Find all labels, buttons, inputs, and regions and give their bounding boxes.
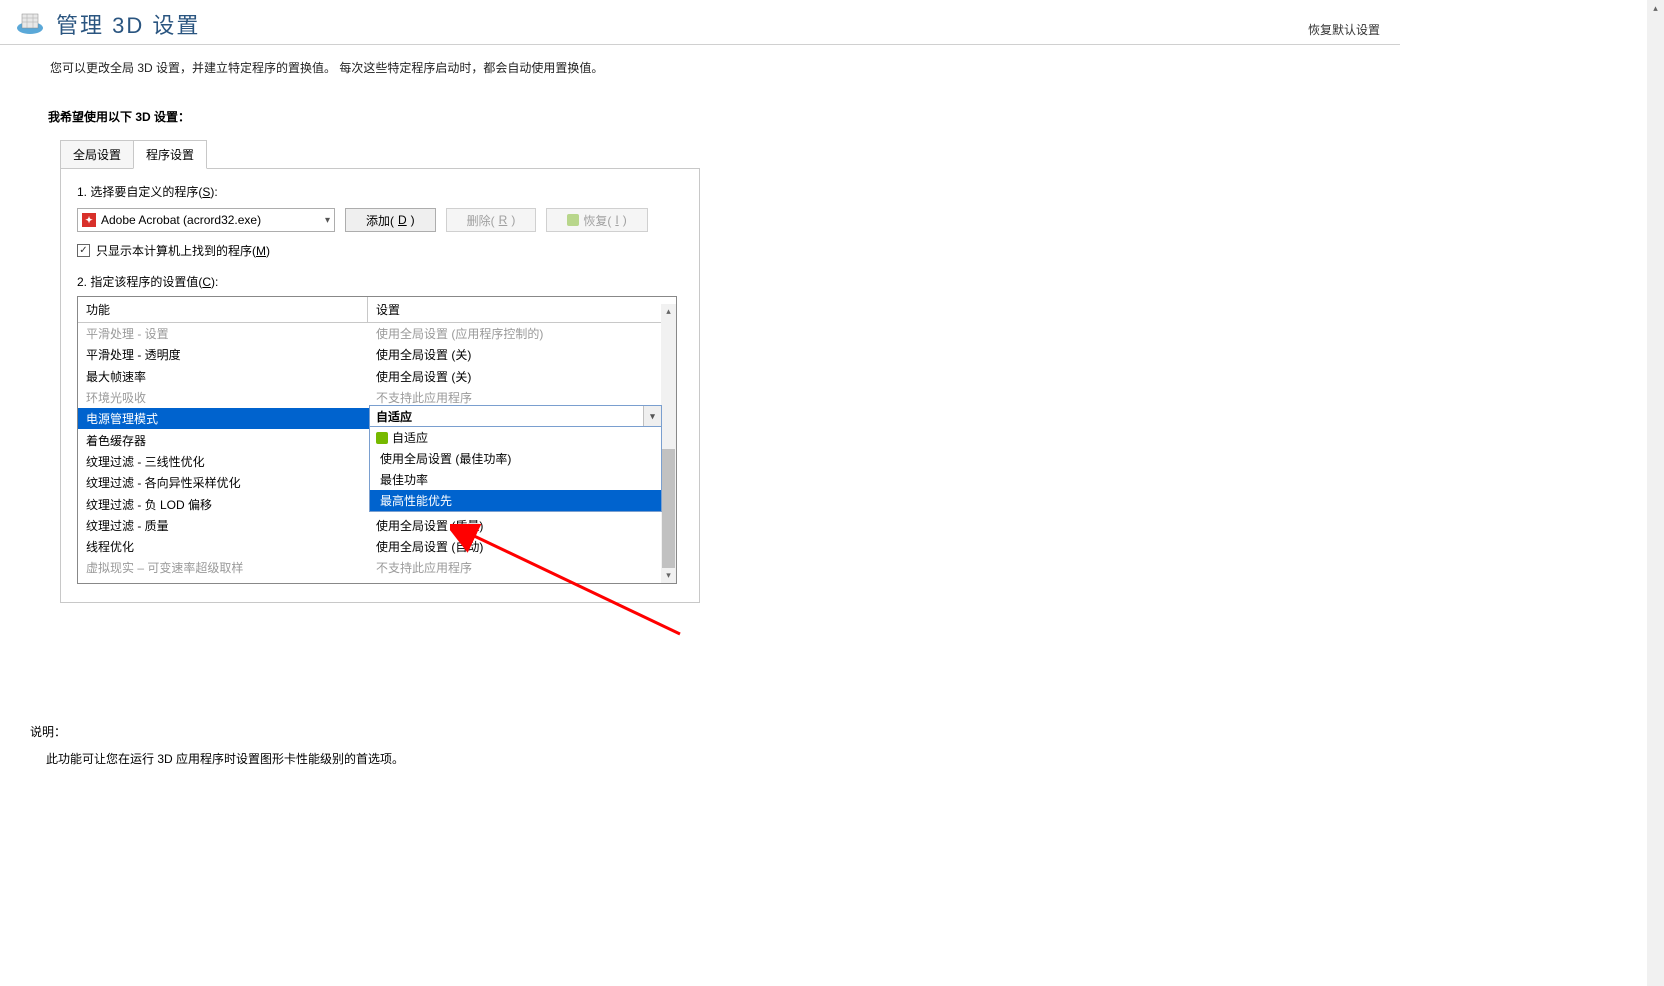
setting-cell: 使用全局设置 (关)	[368, 368, 676, 385]
settings-panel: 我希望使用以下 3D 设置： 全局设置 程序设置 1. 选择要自定义的程序(S)…	[20, 92, 1380, 787]
step1-label: 1. 选择要自定义的程序(S):	[77, 183, 683, 200]
chevron-down-icon[interactable]: ▾	[643, 406, 661, 426]
tab-content: 1. 选择要自定义的程序(S): ✦ Adobe Acrobat (acrord…	[60, 168, 700, 603]
setting-cell: 使用全局设置 (应用程序控制的)	[368, 325, 676, 342]
power-mode-dropdown[interactable]: 自适应 ▾ 自适应使用全局设置 (最佳功率)最佳功率最高性能优先	[369, 405, 662, 512]
table-row[interactable]: 最大帧速率使用全局设置 (关)	[78, 366, 676, 387]
setting-cell: 使用全局设置 (1)	[368, 581, 676, 584]
feature-cell: 环境光吸收	[78, 389, 368, 406]
dropdown-selected[interactable]: 自适应 ▾	[370, 406, 661, 426]
col-setting[interactable]: 设置	[368, 297, 676, 322]
add-button[interactable]: 添加(D)	[345, 208, 436, 232]
feature-cell: 最大帧速率	[78, 368, 368, 385]
feature-cell: 着色缓存器	[78, 432, 368, 449]
restore-defaults-link[interactable]: 恢复默认设置	[1308, 21, 1380, 38]
feature-cell: 线程优化	[78, 538, 368, 555]
feature-cell: 纹理过滤 - 各向异性采样优化	[78, 474, 368, 491]
explanation: 说明： 此功能可让您在运行 3D 应用程序时设置图形卡性能级别的首选项。	[30, 723, 1370, 767]
window-scrollbar[interactable]: ▴	[1647, 0, 1664, 986]
table-row[interactable]: 线程优化使用全局设置 (自动)	[78, 536, 676, 557]
program-name: Adobe Acrobat (acrord32.exe)	[101, 213, 261, 227]
feature-cell: 纹理过滤 - 三线性优化	[78, 453, 368, 470]
dropdown-option[interactable]: 最高性能优先	[370, 490, 661, 511]
program-select[interactable]: ✦ Adobe Acrobat (acrord32.exe) ▾	[77, 208, 335, 232]
header: 管理 3D 设置 恢复默认设置	[0, 0, 1400, 45]
dropdown-option[interactable]: 最佳功率	[370, 469, 661, 490]
explain-body: 此功能可让您在运行 3D 应用程序时设置图形卡性能级别的首选项。	[46, 750, 1370, 767]
restore-button: 恢复(I)	[546, 208, 647, 232]
feature-cell: 虚拟现实 – 可变速率超级取样	[78, 559, 368, 576]
section-label: 我希望使用以下 3D 设置：	[48, 108, 1380, 125]
table-row[interactable]: 纹理过滤 - 质量使用全局设置 (质量)	[78, 515, 676, 536]
table-header: 功能 设置	[78, 297, 676, 323]
tab-global[interactable]: 全局设置	[60, 140, 134, 169]
pdf-icon: ✦	[82, 213, 96, 227]
only-local-label: 只显示本计算机上找到的程序(M)	[96, 242, 270, 259]
setting-cell: 不支持此应用程序	[368, 389, 676, 406]
app-icon	[14, 8, 46, 40]
remove-button: 删除(R)	[446, 208, 537, 232]
dropdown-option[interactable]: 使用全局设置 (最佳功率)	[370, 448, 661, 469]
tabs: 全局设置 程序设置	[60, 140, 700, 169]
feature-cell: 纹理过滤 - 质量	[78, 517, 368, 534]
scroll-thumb[interactable]	[662, 449, 675, 569]
nvidia-icon	[376, 432, 388, 444]
feature-cell: 虚拟现实预渲染帧数	[78, 581, 368, 584]
nvidia-icon	[567, 214, 579, 226]
dropdown-list: 自适应使用全局设置 (最佳功率)最佳功率最高性能优先	[370, 426, 661, 511]
table-scrollbar[interactable]: ▴ ▾	[661, 319, 676, 583]
scroll-up-icon[interactable]: ▴	[1647, 0, 1664, 17]
step2-label: 2. 指定该程序的设置值(C):	[77, 273, 683, 290]
setting-cell: 不支持此应用程序	[368, 559, 676, 576]
feature-cell: 平滑处理 - 透明度	[78, 346, 368, 363]
table-row[interactable]: 平滑处理 - 设置使用全局设置 (应用程序控制的)	[78, 323, 676, 344]
feature-cell: 电源管理模式	[78, 410, 368, 427]
col-feature[interactable]: 功能	[78, 297, 368, 322]
dropdown-option[interactable]: 自适应	[370, 427, 661, 448]
setting-cell: 使用全局设置 (关)	[368, 346, 676, 363]
table-row[interactable]: 平滑处理 - 透明度使用全局设置 (关)	[78, 344, 676, 365]
settings-table: 功能 设置 平滑处理 - 设置使用全局设置 (应用程序控制的)平滑处理 - 透明…	[77, 296, 677, 584]
explain-title: 说明：	[30, 723, 1370, 740]
tab-program[interactable]: 程序设置	[133, 140, 207, 169]
description-text: 您可以更改全局 3D 设置，并建立特定程序的置换值。 每次这些特定程序启动时，都…	[0, 45, 1400, 84]
setting-cell: 使用全局设置 (质量)	[368, 517, 676, 534]
feature-cell: 纹理过滤 - 负 LOD 偏移	[78, 496, 368, 513]
scroll-down-icon[interactable]: ▾	[661, 568, 676, 583]
table-row[interactable]: 虚拟现实 – 可变速率超级取样不支持此应用程序	[78, 557, 676, 578]
setting-cell: 使用全局设置 (自动)	[368, 538, 676, 555]
scroll-up-icon[interactable]: ▴	[661, 304, 676, 319]
feature-cell: 平滑处理 - 设置	[78, 325, 368, 342]
table-row[interactable]: 虚拟现实预渲染帧数使用全局设置 (1)	[78, 579, 676, 584]
page-title: 管理 3D 设置	[56, 8, 200, 40]
only-local-checkbox[interactable]: ✓	[77, 244, 90, 257]
chevron-down-icon: ▾	[325, 215, 330, 226]
